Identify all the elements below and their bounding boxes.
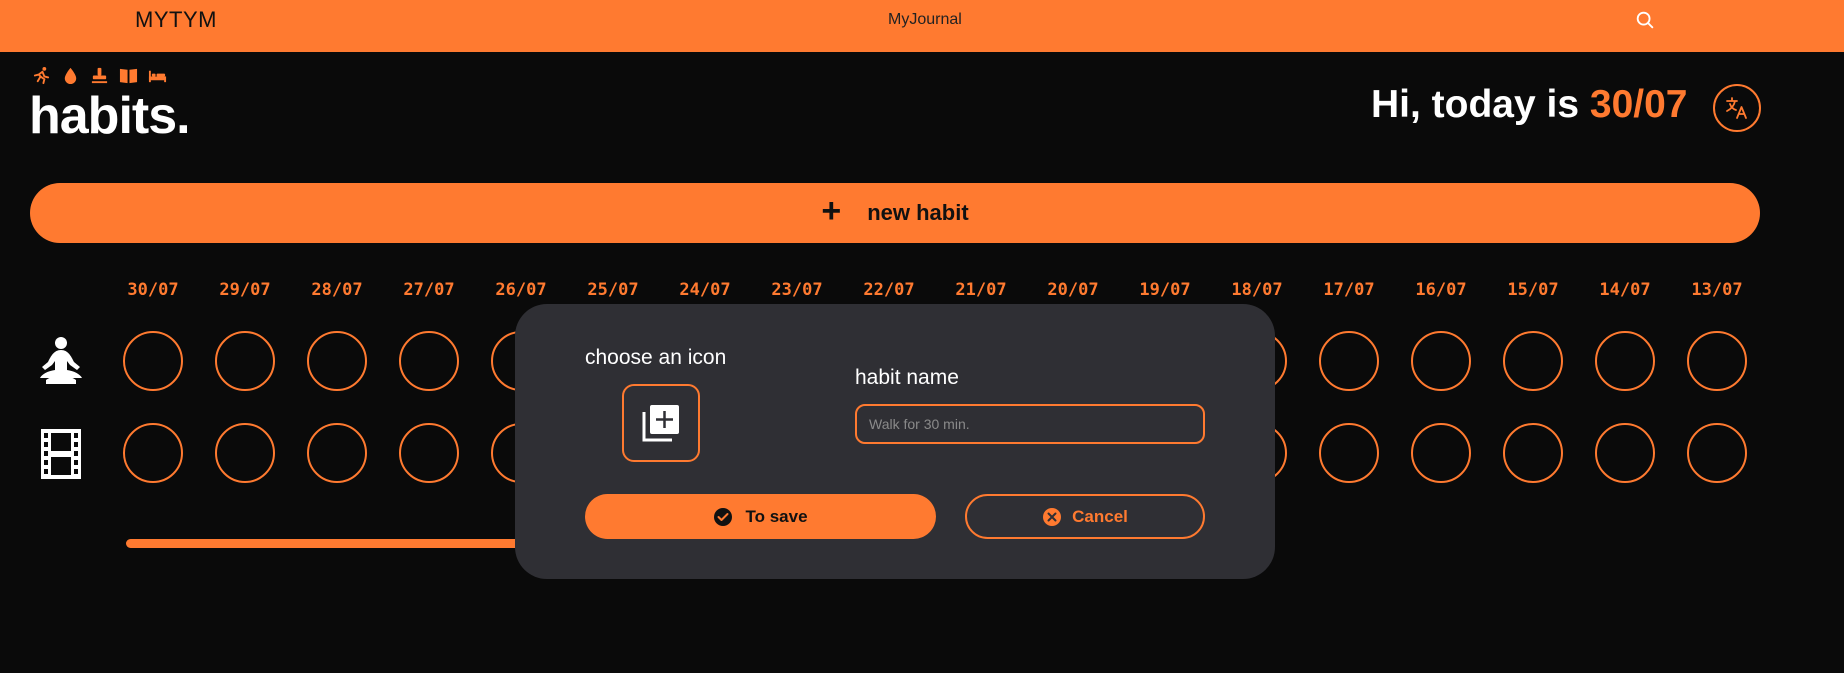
- new-habit-dialog: choose an icon habit name To save Cancel: [515, 304, 1275, 579]
- greeting-prefix: Hi, today is: [1371, 83, 1590, 126]
- date-label: 24/07: [679, 280, 731, 300]
- close-circle-icon: [1043, 507, 1062, 526]
- choose-icon-label: choose an icon: [585, 346, 727, 369]
- habit-category-icons: [32, 66, 167, 85]
- habit-check-circle[interactable]: [399, 331, 459, 391]
- translate-button[interactable]: [1713, 84, 1761, 132]
- habit-name-input[interactable]: [855, 404, 1205, 444]
- plus-icon: +: [821, 192, 842, 230]
- today-date: 30/07: [1589, 83, 1688, 126]
- date-label: 23/07: [771, 280, 823, 300]
- habit-check-circle[interactable]: [1595, 423, 1655, 483]
- translate-icon: [1726, 97, 1747, 119]
- date-label: 25/07: [587, 280, 639, 300]
- tracker-dates-header: 30/07 29/07 28/07 27/07 26/07 25/07 24/07 23/07…: [122, 280, 1844, 300]
- running-icon: [33, 66, 50, 85]
- date-label: 18/07: [1231, 280, 1283, 300]
- date-label: 29/07: [219, 280, 271, 300]
- page-title: habits.: [29, 87, 191, 145]
- book-icon: [119, 68, 138, 84]
- habit-check-circle[interactable]: [307, 331, 367, 391]
- date-label: 20/07: [1047, 280, 1099, 300]
- habit-check-circle[interactable]: [1687, 423, 1747, 483]
- check-circle-icon: [714, 507, 733, 526]
- habit-check-circle[interactable]: [215, 423, 275, 483]
- date-label: 15/07: [1507, 280, 1559, 300]
- habit-check-circle[interactable]: [1411, 423, 1471, 483]
- date-label: 21/07: [955, 280, 1007, 300]
- choose-icon-button[interactable]: [622, 384, 700, 462]
- habit-check-circle[interactable]: [123, 423, 183, 483]
- habit-check-circle[interactable]: [1319, 331, 1379, 391]
- journal-nav-link[interactable]: MyJournal: [888, 11, 962, 29]
- habit-check-circle[interactable]: [1687, 331, 1747, 391]
- date-label: 19/07: [1139, 280, 1191, 300]
- search-icon[interactable]: [1634, 9, 1656, 31]
- habit-check-circle[interactable]: [399, 423, 459, 483]
- date-label: 14/07: [1599, 280, 1651, 300]
- habit-name-label: habit name: [855, 366, 959, 389]
- meditation-icon: [40, 337, 82, 384]
- stamp-icon: [91, 67, 108, 84]
- date-label: 28/07: [311, 280, 363, 300]
- tracker-scrollbar[interactable]: [126, 539, 546, 548]
- date-label: 27/07: [403, 280, 455, 300]
- habit-check-circle[interactable]: [1595, 331, 1655, 391]
- habit-check-circle[interactable]: [1503, 331, 1563, 391]
- new-habit-label: new habit: [867, 200, 969, 225]
- water-drop-icon: [64, 67, 77, 85]
- habit-check-circle[interactable]: [123, 331, 183, 391]
- date-label: 26/07: [495, 280, 547, 300]
- habit-check-circle[interactable]: [1319, 423, 1379, 483]
- habit-check-circle[interactable]: [1503, 423, 1563, 483]
- bed-icon: [148, 70, 167, 83]
- date-label: 13/07: [1691, 280, 1743, 300]
- save-button[interactable]: To save: [585, 494, 936, 539]
- cancel-button[interactable]: Cancel: [965, 494, 1205, 539]
- cancel-label: Cancel: [1072, 506, 1128, 526]
- habit-check-circle[interactable]: [307, 423, 367, 483]
- brand-logo[interactable]: MYTYM: [135, 7, 217, 33]
- habit-check-circle[interactable]: [215, 331, 275, 391]
- date-label: 30/07: [127, 280, 179, 300]
- save-label: To save: [745, 506, 808, 526]
- greeting-text: Hi, today is 30/07: [1371, 83, 1688, 127]
- film-icon: [41, 429, 81, 479]
- top-navbar: MYTYM MyJournal: [0, 0, 1844, 52]
- habit-check-circle[interactable]: [1411, 331, 1471, 391]
- add-library-icon: [642, 405, 679, 442]
- date-label: 16/07: [1415, 280, 1467, 300]
- date-label: 17/07: [1323, 280, 1375, 300]
- date-label: 22/07: [863, 280, 915, 300]
- new-habit-button[interactable]: + new habit: [30, 183, 1760, 243]
